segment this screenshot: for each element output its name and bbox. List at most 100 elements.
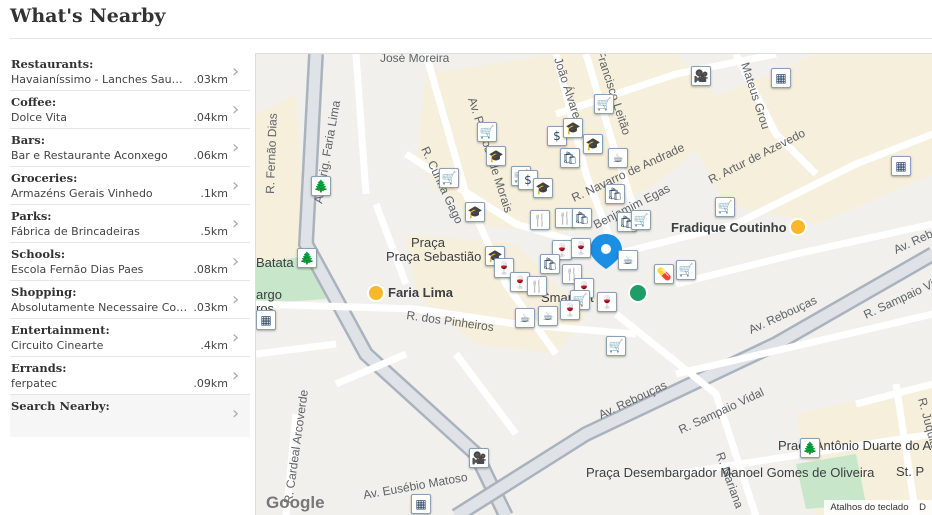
street-label: José Moreira	[380, 54, 450, 65]
search-nearby-row[interactable]: Search Nearby: ›	[10, 395, 250, 437]
category-restaurants[interactable]: Restaurants: Havaianíssimo - Lanches Sau…	[10, 53, 250, 91]
category-place: Havaianíssimo - Lanches Saud…	[11, 73, 189, 86]
category-label: Schools:	[11, 247, 66, 261]
category-errands[interactable]: Errands: ferpatec .09km ›	[10, 357, 250, 395]
grocery-icon[interactable]: 🛒	[439, 168, 459, 188]
map-data-link[interactable]: D	[919, 502, 926, 513]
chevron-right-icon: ›	[232, 137, 240, 158]
grocery-icon[interactable]: 🛒	[606, 336, 626, 356]
category-distance: .04km	[193, 111, 228, 124]
chevron-right-icon: ›	[232, 327, 240, 348]
shopping-icon[interactable]: 🛍	[572, 208, 592, 228]
category-distance: .03km	[193, 301, 228, 314]
school-icon[interactable]: 🎓	[533, 178, 553, 198]
chevron-right-icon: ›	[232, 61, 240, 82]
building-icon[interactable]: ▦	[411, 494, 431, 514]
school-icon[interactable]: 🎓	[563, 118, 583, 138]
place-label: Praça Sebastião Gil	[386, 249, 501, 264]
category-place: Absolutamente Necessaire Con…	[11, 301, 189, 314]
coffee-icon[interactable]: ☕	[515, 308, 535, 328]
bank-icon[interactable]: ▦	[891, 156, 911, 176]
place-label: Praça Desembargador Manoel Gomes de Oliv…	[586, 465, 875, 480]
category-label: Parks:	[11, 209, 52, 223]
category-distance: .08km	[193, 263, 228, 276]
chevron-right-icon: ›	[232, 365, 240, 386]
park-icon[interactable]: 🌲	[297, 248, 317, 268]
category-distance: .06km	[193, 149, 228, 162]
shopping-icon[interactable]: 🛍	[560, 148, 580, 168]
chevron-right-icon: ›	[232, 251, 240, 272]
category-label: Bars:	[11, 133, 45, 147]
page-title: What's Nearby	[10, 5, 166, 27]
category-place: Bar e Restaurante Aconxego	[11, 149, 168, 162]
category-label: Entertainment:	[11, 323, 110, 337]
shopping-icon[interactable]: 🛍	[540, 254, 560, 274]
pharmacy-icon[interactable]: 💊	[654, 264, 674, 284]
google-logo: Google	[266, 493, 325, 512]
metro-station-icon	[367, 284, 385, 302]
park-icon[interactable]: 🌲	[311, 176, 331, 196]
nearby-category-list: Restaurants: Havaianíssimo - Lanches Sau…	[10, 53, 250, 437]
bar-icon[interactable]: 🍷	[560, 300, 580, 320]
keyboard-shortcuts-link[interactable]: Atalhos do teclado	[830, 502, 908, 513]
cinema-icon[interactable]: 🎥	[691, 66, 711, 86]
category-distance: .4km	[200, 339, 228, 352]
category-label: Groceries:	[11, 171, 78, 185]
category-label: Shopping:	[11, 285, 77, 299]
restaurant-icon[interactable]: 🍴	[530, 210, 550, 230]
place-label: St. P	[896, 464, 924, 479]
category-place: Armazéns Gerais Vinhedo	[11, 187, 153, 200]
category-schools[interactable]: Schools: Escola Fernão Dias Paes .08km ›	[10, 243, 250, 281]
category-distance: .09km	[193, 377, 228, 390]
school-icon[interactable]: 🎓	[486, 146, 506, 166]
station-label: Fradique Coutinho	[671, 220, 787, 235]
grocery-icon[interactable]: 🛒	[715, 197, 735, 217]
category-entertainment[interactable]: Entertainment: Circuito Cinearte .4km ›	[10, 319, 250, 357]
coffee-icon[interactable]: ☕	[538, 306, 558, 326]
category-parks[interactable]: Parks: Fábrica de Brincadeiras .5km ›	[10, 205, 250, 243]
category-bars[interactable]: Bars: Bar e Restaurante Aconxego .06km ›	[10, 129, 250, 167]
map-view[interactable]: José Moreira Av. Brig. Faria Lima R. Fer…	[255, 53, 932, 515]
search-nearby-label: Search Nearby:	[11, 399, 110, 413]
bar-icon[interactable]: 🍷	[571, 238, 591, 258]
place-label: argo	[256, 287, 282, 302]
category-place: Fábrica de Brincadeiras	[11, 225, 140, 238]
category-distance: .1km	[200, 187, 228, 200]
map-footer: Atalhos do teclado D	[824, 500, 932, 515]
map-canvas: José Moreira Av. Brig. Faria Lima R. Fer…	[256, 54, 932, 515]
building-icon[interactable]: ▦	[771, 68, 791, 88]
shopping-icon[interactable]: 🛍	[605, 184, 625, 204]
category-place: Dolce Vita	[11, 111, 67, 124]
chevron-right-icon: ›	[232, 403, 240, 424]
category-label: Coffee:	[11, 95, 57, 109]
school-icon[interactable]: 🎓	[583, 134, 603, 154]
coffee-icon[interactable]: ☕	[618, 250, 638, 270]
bar-icon[interactable]: 🍷	[597, 292, 617, 312]
coffee-icon[interactable]: ☕	[608, 148, 628, 168]
category-shopping[interactable]: Shopping: Absolutamente Necessaire Con… …	[10, 281, 250, 319]
station-label: Faria Lima	[388, 285, 454, 300]
cinema-icon[interactable]: 🎥	[469, 448, 489, 468]
category-place: Circuito Cinearte	[11, 339, 104, 352]
place-label: Praça	[411, 235, 446, 250]
category-groceries[interactable]: Groceries: Armazéns Gerais Vinhedo .1km …	[10, 167, 250, 205]
category-place: Escola Fernão Dias Paes	[11, 263, 144, 276]
chevron-right-icon: ›	[232, 99, 240, 120]
grocery-icon[interactable]: 🛒	[676, 260, 696, 280]
title-divider	[10, 38, 932, 39]
school-icon[interactable]: 🎓	[465, 202, 485, 222]
building-icon[interactable]: ▦	[256, 310, 276, 330]
grocery-icon[interactable]: 🛒	[631, 210, 651, 230]
gym-icon	[628, 283, 648, 303]
chevron-right-icon: ›	[232, 175, 240, 196]
category-place: ferpatec	[11, 377, 58, 390]
category-label: Restaurants:	[11, 57, 94, 71]
restaurant-icon[interactable]: 🍴	[527, 276, 547, 296]
grocery-icon[interactable]: 🛒	[594, 94, 614, 114]
category-coffee[interactable]: Coffee: Dolce Vita .04km ›	[10, 91, 250, 129]
park-icon[interactable]: 🌲	[800, 438, 820, 458]
category-label: Errands:	[11, 361, 67, 375]
category-distance: .03km	[193, 73, 228, 86]
place-label: Batata	[256, 255, 294, 270]
grocery-icon[interactable]: 🛒	[477, 122, 497, 142]
